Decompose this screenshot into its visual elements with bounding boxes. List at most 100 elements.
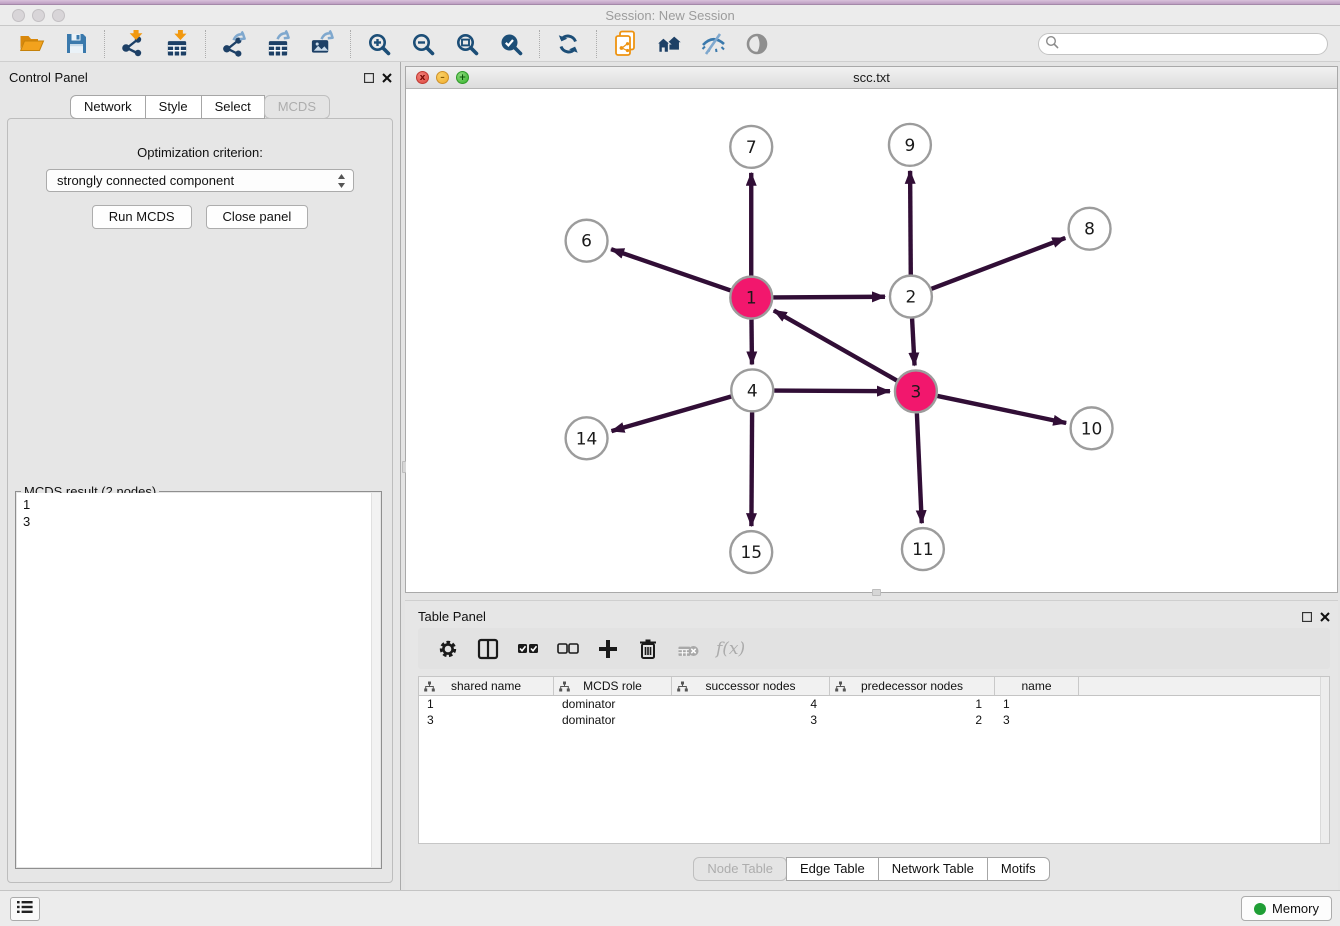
settings-gear-icon[interactable] xyxy=(436,637,460,661)
chevron-up-down-icon xyxy=(337,173,346,192)
home-icon[interactable] xyxy=(656,30,682,58)
graph-edge-2-8[interactable] xyxy=(931,238,1065,289)
float-table-panel-icon[interactable] xyxy=(1302,609,1312,627)
graph-node-8[interactable]: 8 xyxy=(1069,208,1111,250)
hide-panel-icon[interactable] xyxy=(700,30,726,58)
table-cell[interactable]: dominator xyxy=(554,712,672,728)
graph-node-7[interactable]: 7 xyxy=(730,126,772,168)
table-cell[interactable]: 2 xyxy=(830,712,995,728)
table-toolbar: f(x) xyxy=(418,628,1330,669)
clear-table-icon xyxy=(676,637,700,661)
table-cell[interactable]: 1 xyxy=(830,696,995,712)
zoom-out-icon[interactable] xyxy=(410,30,436,58)
svg-text:3: 3 xyxy=(911,381,922,401)
tab-edge-table[interactable]: Edge Table xyxy=(786,857,879,881)
search-input[interactable] xyxy=(1059,35,1327,53)
svg-text:7: 7 xyxy=(746,137,757,157)
network-canvas[interactable]: 7 9 6 8 1 2 4 3 14 10 15 11 xyxy=(406,89,1337,592)
svg-text:4: 4 xyxy=(747,380,758,400)
column-type-icon xyxy=(559,681,570,695)
svg-text:1: 1 xyxy=(746,288,757,308)
table-cell[interactable]: 3 xyxy=(995,712,1079,728)
graph-node-10[interactable]: 10 xyxy=(1071,407,1113,449)
table-cell[interactable]: 3 xyxy=(419,712,554,728)
tab-style[interactable]: Style xyxy=(145,95,202,119)
network-window-titlebar[interactable]: x – + scc.txt xyxy=(406,67,1337,89)
tab-motifs[interactable]: Motifs xyxy=(987,857,1050,881)
run-mcds-button[interactable]: Run MCDS xyxy=(92,205,192,229)
table-row[interactable]: 1dominator411 xyxy=(419,696,1329,712)
search-box[interactable] xyxy=(1038,33,1328,55)
tab-network[interactable]: Network xyxy=(70,95,146,119)
column-header-MCDS-role[interactable]: MCDS role xyxy=(554,677,672,695)
column-header-name[interactable]: name xyxy=(995,677,1079,695)
graph-edge-4-15[interactable] xyxy=(751,412,752,526)
optimization-criterion-select[interactable]: strongly connected component xyxy=(46,169,354,192)
import-table-icon[interactable] xyxy=(164,30,190,58)
table-cell[interactable]: dominator xyxy=(554,696,672,712)
deselect-all-icon[interactable] xyxy=(556,637,580,661)
close-table-panel-icon[interactable] xyxy=(1320,609,1330,627)
table-cell[interactable]: 1 xyxy=(995,696,1079,712)
column-header-successor-nodes[interactable]: successor nodes xyxy=(672,677,830,695)
network-file-icon[interactable] xyxy=(612,30,638,58)
graph-edge-3-1[interactable] xyxy=(774,310,897,380)
save-session-icon[interactable] xyxy=(63,30,89,58)
float-panel-icon[interactable] xyxy=(364,70,374,88)
graph-edge-3-11[interactable] xyxy=(917,413,922,523)
tab-select[interactable]: Select xyxy=(201,95,265,119)
column-type-icon xyxy=(677,681,688,695)
zoom-fit-icon[interactable] xyxy=(454,30,480,58)
zoom-in-icon[interactable] xyxy=(366,30,392,58)
memory-button[interactable]: Memory xyxy=(1241,896,1332,921)
add-row-icon[interactable] xyxy=(596,637,620,661)
task-history-button[interactable] xyxy=(10,897,40,921)
graph-node-15[interactable]: 15 xyxy=(730,531,772,573)
table-panel-tabs: Node TableEdge TableNetwork TableMotifs xyxy=(405,857,1338,881)
table-cell[interactable]: 4 xyxy=(672,696,830,712)
graph-node-11[interactable]: 11 xyxy=(902,528,944,570)
splitter-handle-horizontal[interactable] xyxy=(872,589,881,596)
graph-node-1[interactable]: 1 xyxy=(730,277,772,319)
zoom-selected-icon[interactable] xyxy=(498,30,524,58)
graph-edge-4-14[interactable] xyxy=(611,396,731,431)
export-network-icon[interactable] xyxy=(221,30,247,58)
export-image-icon[interactable] xyxy=(309,30,335,58)
column-layout-icon[interactable] xyxy=(476,637,500,661)
show-panel-icon[interactable] xyxy=(744,30,770,58)
table-cell[interactable]: 1 xyxy=(419,696,554,712)
cytoscape-window: Session: New Session Control Panel Netwo… xyxy=(0,0,1340,926)
table-scrollbar[interactable] xyxy=(1320,677,1329,843)
column-header-predecessor-nodes[interactable]: predecessor nodes xyxy=(830,677,995,695)
graph-node-4[interactable]: 4 xyxy=(731,369,773,411)
table-row[interactable]: 3dominator323 xyxy=(419,712,1329,728)
close-panel-button[interactable]: Close panel xyxy=(206,205,309,229)
refresh-layout-icon[interactable] xyxy=(555,30,581,58)
graph-edge-3-10[interactable] xyxy=(937,396,1066,423)
node-table: shared nameMCDS rolesuccessor nodesprede… xyxy=(418,676,1330,844)
open-session-icon[interactable] xyxy=(19,30,45,58)
graph-node-9[interactable]: 9 xyxy=(889,124,931,166)
graph-node-6[interactable]: 6 xyxy=(566,220,608,262)
tab-network-table[interactable]: Network Table xyxy=(878,857,988,881)
export-table-icon[interactable] xyxy=(265,30,291,58)
import-network-icon[interactable] xyxy=(120,30,146,58)
graph-edge-1-6[interactable] xyxy=(611,249,730,290)
result-scrollbar[interactable] xyxy=(371,493,380,867)
graph-edge-1-2[interactable] xyxy=(773,297,885,298)
tab-mcds[interactable]: MCDS xyxy=(264,95,330,119)
delete-row-icon[interactable] xyxy=(636,637,660,661)
network-window-title: scc.txt xyxy=(406,70,1337,85)
graph-edge-4-3[interactable] xyxy=(774,391,890,392)
close-panel-icon[interactable] xyxy=(382,70,392,88)
graph-node-2[interactable]: 2 xyxy=(890,276,932,318)
graph-node-14[interactable]: 14 xyxy=(566,417,608,459)
column-header-shared-name[interactable]: shared name xyxy=(419,677,554,695)
table-cell[interactable]: 3 xyxy=(672,712,830,728)
select-all-icon[interactable] xyxy=(516,637,540,661)
tab-node-table[interactable]: Node Table xyxy=(693,857,787,881)
graph-edge-2-3[interactable] xyxy=(912,319,914,366)
svg-text:15: 15 xyxy=(740,542,762,562)
graph-node-3[interactable]: 3 xyxy=(895,370,937,412)
graph-edge-2-9[interactable] xyxy=(910,171,911,275)
